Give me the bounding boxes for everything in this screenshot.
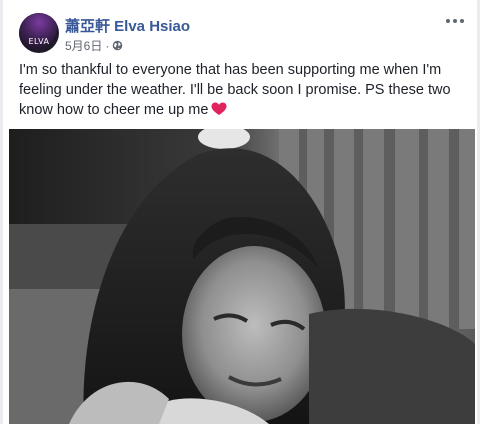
author-avatar[interactable]: ELVA xyxy=(19,13,59,53)
heart-icon xyxy=(211,102,227,115)
globe-icon[interactable] xyxy=(112,40,123,51)
meta-separator: · xyxy=(105,38,110,53)
post-message-text: I'm so thankful to everyone that has bee… xyxy=(19,62,451,118)
facebook-post-card: ELVA 蕭亞軒 Elva Hsiao 5月6日 · I'm so thankf… xyxy=(3,0,477,424)
avatar-logo-text: ELVA xyxy=(28,37,50,46)
post-meta: 5月6日 · xyxy=(65,37,123,54)
black-and-white-portrait-photo xyxy=(9,129,475,424)
more-options-icon-dot xyxy=(453,19,457,23)
more-options-icon-dot xyxy=(460,19,464,23)
more-options-icon-dot xyxy=(446,19,450,23)
post-date-link[interactable]: 5月6日 xyxy=(65,37,102,54)
post-photo[interactable] xyxy=(9,129,475,424)
post-message: I'm so thankful to everyone that has bee… xyxy=(19,60,459,120)
author-name-link[interactable]: 蕭亞軒 Elva Hsiao xyxy=(65,15,190,36)
more-options-button[interactable] xyxy=(443,12,467,30)
